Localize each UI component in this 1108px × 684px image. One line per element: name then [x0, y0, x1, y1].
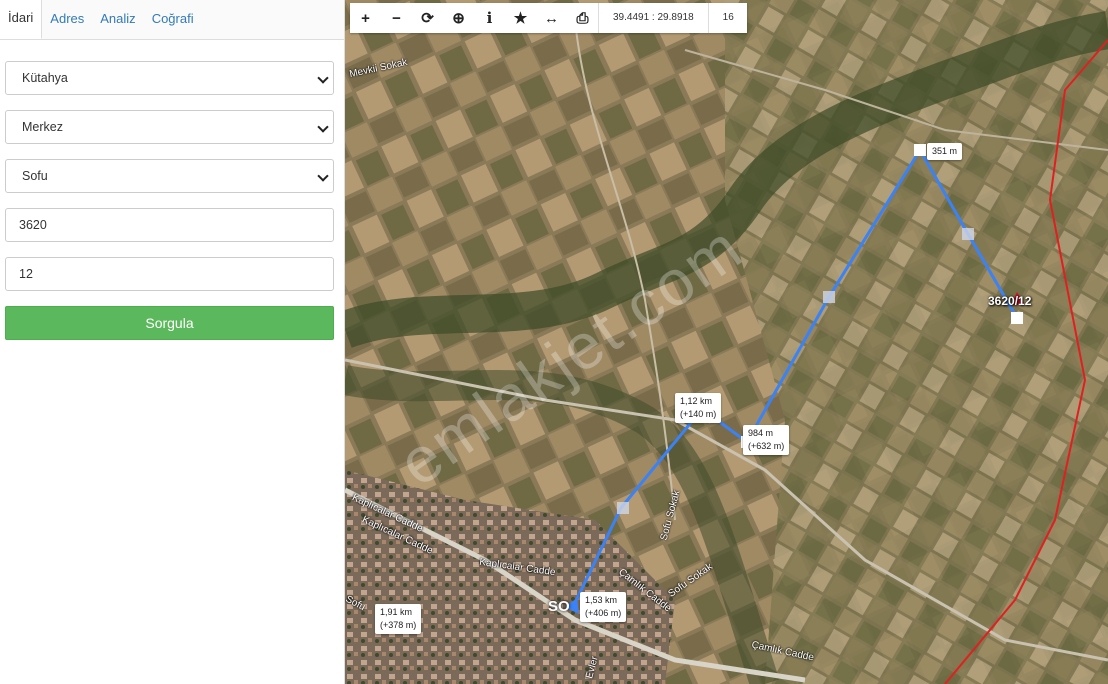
tab-adres[interactable]: Adres	[42, 0, 92, 39]
map-toolbar: + − ⟳ ⊕ i ★ ↔ ⎙ 39.4491 : 29.8918 16	[350, 3, 747, 33]
measure-label: 1,91 km (+378 m)	[375, 604, 422, 634]
tab-analiz[interactable]: Analiz	[92, 0, 143, 39]
tab-bar: İdari Adres Analiz Coğrafi	[0, 0, 344, 40]
parcel-label: 3620/12	[988, 294, 1032, 308]
measure-delta: (+140 m)	[680, 409, 717, 419]
province-select[interactable]: Kütahya	[5, 61, 334, 95]
measure-distance: 351 m	[932, 146, 958, 156]
measure-label: 1,53 km (+406 m)	[580, 592, 627, 622]
zoom-in-icon[interactable]: +	[350, 3, 381, 33]
locate-icon[interactable]: ⊕	[443, 3, 474, 33]
measure-delta: (+378 m)	[380, 620, 417, 630]
district-select[interactable]: Merkez	[5, 110, 334, 144]
measure-delta: (+406 m)	[585, 608, 622, 618]
refresh-icon[interactable]: ⟳	[412, 3, 443, 33]
measure-label: 1,12 km (+140 m)	[675, 393, 722, 423]
tab-idari[interactable]: İdari	[0, 0, 43, 39]
satellite-map[interactable]: emlakjet.com + − ⟳ ⊕ i ★ ↔ ⎙ 39.4491 : 2…	[345, 0, 1108, 684]
favorite-icon[interactable]: ★	[505, 3, 536, 33]
block-input[interactable]: 3620	[5, 208, 334, 242]
print-icon[interactable]: ⎙	[567, 3, 598, 33]
measure-icon[interactable]: ↔	[536, 3, 567, 33]
measure-distance: 1,53 km	[585, 595, 618, 605]
measure-label: 351 m	[927, 143, 963, 160]
measure-distance: 1,12 km	[680, 396, 713, 406]
zoom-out-icon[interactable]: −	[381, 3, 412, 33]
coordinates-readout: 39.4491 : 29.8918	[613, 12, 694, 23]
measure-delta: (+632 m)	[748, 441, 785, 451]
info-icon[interactable]: i	[474, 3, 505, 33]
map-imagery	[345, 0, 1108, 684]
village-label: SO	[548, 598, 570, 615]
query-button[interactable]: Sorgula	[5, 306, 334, 340]
neighborhood-select[interactable]: Sofu	[5, 159, 334, 193]
query-panel: İdari Adres Analiz Coğrafi Kütahya Merke…	[0, 0, 345, 684]
zoom-level: 16	[722, 12, 734, 23]
measure-label: 984 m (+632 m)	[743, 425, 790, 455]
tab-cografi[interactable]: Coğrafi	[144, 0, 202, 39]
measure-distance: 984 m	[748, 428, 774, 438]
measure-distance: 1,91 km	[380, 607, 413, 617]
parcel-input[interactable]: 12	[5, 257, 334, 291]
